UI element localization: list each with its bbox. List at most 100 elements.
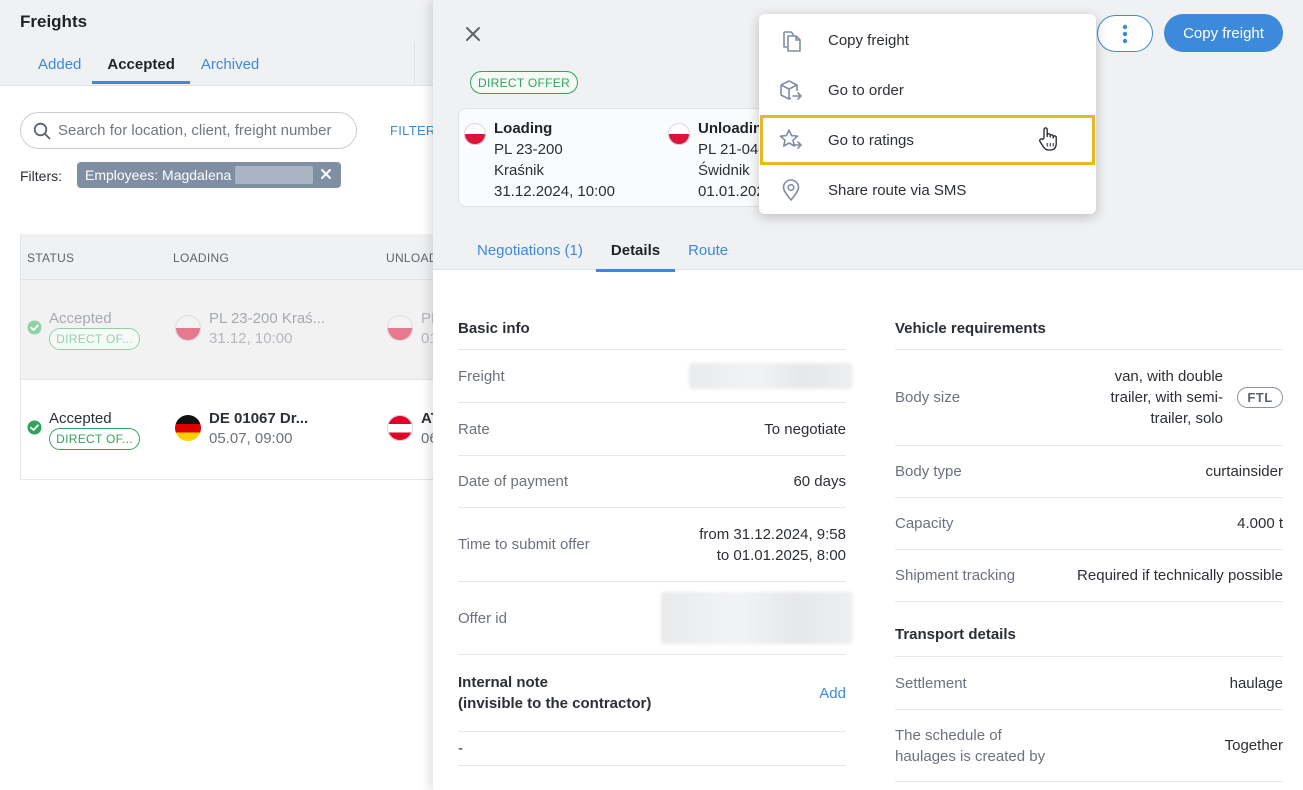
menu-item-label: Share route via SMS: [828, 181, 967, 199]
column-unloading: UNLOAD: [386, 251, 438, 265]
tab-negotiations[interactable]: Negotiations (1): [466, 242, 594, 272]
body-type-label: Body type: [895, 463, 962, 480]
more-actions-menu: Copy freight Go to order Go to ratings S…: [759, 14, 1096, 214]
ftl-badge: FTL: [1237, 387, 1283, 408]
vehicle-requirements-title: Vehicle requirements: [895, 320, 1046, 337]
table-row[interactable]: Accepted DIRECT OF... DE 01067 Dr... 05.…: [21, 380, 434, 480]
status-text: Accepted: [49, 410, 112, 427]
redacted-offer-id: [661, 592, 853, 644]
route-summary-card: Loading PL 23-200 Kraśnik 31.12.2024, 10…: [458, 108, 778, 207]
filter-link[interactable]: FILTER: [390, 123, 436, 138]
detail-row-body-type: Body type curtainsider: [895, 445, 1283, 497]
menu-item-label: Go to order: [828, 81, 904, 99]
tab-route[interactable]: Route: [677, 242, 739, 272]
close-icon[interactable]: [465, 26, 481, 42]
detail-row-submit-time: Time to submit offer from 31.12.2024, 9:…: [458, 507, 846, 581]
body-size-value-group: van, with double trailer, with semi- tra…: [1110, 366, 1283, 429]
more-actions-button[interactable]: [1097, 15, 1153, 52]
detail-row-capacity: Capacity 4.000 t: [895, 497, 1283, 549]
schedule-label: The schedule of haulages is created by: [895, 726, 1046, 765]
column-status: STATUS: [27, 251, 75, 265]
tracking-value: Required if technically possible: [1077, 567, 1283, 584]
flag-pl-icon: [175, 315, 201, 341]
rate-label: Rate: [458, 420, 490, 438]
submit-time-label: Time to submit offer: [458, 536, 590, 553]
search-input[interactable]: [58, 122, 348, 139]
internal-note-title: Internal note (invisible to the contract…: [458, 674, 652, 712]
close-icon[interactable]: [319, 167, 333, 181]
basic-info-title: Basic info: [458, 320, 530, 337]
detail-row-body-size: Body size van, with double trailer, with…: [895, 349, 1283, 445]
add-note-link[interactable]: Add: [819, 685, 846, 702]
flag-pl-icon: [387, 315, 413, 341]
search-icon: [33, 122, 51, 139]
body-size-value: van, with double trailer, with semi- tra…: [1110, 368, 1223, 427]
hand-pointer-icon: [1039, 127, 1057, 151]
loading-location: DE 01067 Dr... 05.07, 09:00: [209, 410, 309, 447]
status-badge: DIRECT OF...: [49, 328, 140, 350]
chip-label: Employees: Magdalena: [85, 167, 232, 183]
submit-time-value: from 31.12.2024, 9:58 to 01.01.2025, 8:0…: [699, 525, 846, 564]
column-loading: LOADING: [173, 251, 230, 265]
tab-details[interactable]: Details: [595, 242, 676, 272]
internal-note-header: Internal note (invisible to the contract…: [458, 654, 846, 731]
body-size-label: Body size: [895, 389, 961, 406]
loading-location: PL 23-200 Kraś... 31.12, 10:00: [209, 310, 326, 347]
tracking-label: Shipment tracking: [895, 567, 1016, 584]
schedule-value: Together: [1224, 737, 1283, 754]
flag-pl-icon: [668, 123, 690, 145]
tab-added[interactable]: Added: [20, 56, 90, 84]
settlement-value: haulage: [1229, 674, 1283, 692]
search-box[interactable]: [20, 112, 357, 149]
internal-note-value-row: -: [458, 731, 846, 766]
flag-de-icon: [175, 415, 201, 441]
detail-row-schedule: The schedule of haulages is created by T…: [895, 709, 1283, 782]
status-badge: DIRECT OF...: [49, 428, 140, 450]
box-arrow-icon: [780, 80, 802, 100]
freight-label: Freight: [458, 367, 505, 385]
offer-id-label: Offer id: [458, 609, 507, 627]
capacity-value: 4.000 t: [1237, 515, 1283, 532]
copy-freight-button[interactable]: Copy freight: [1164, 14, 1283, 52]
table-header: STATUS LOADING UNLOAD: [21, 234, 438, 280]
detail-row-offer-id: Offer id: [458, 581, 853, 654]
flag-pl-icon: [464, 123, 486, 145]
internal-note-value: -: [458, 740, 463, 757]
detail-tabs: Negotiations (1) Details Route: [466, 242, 741, 272]
freights-list-pane: Freights Added Accepted Archived FILTER …: [0, 0, 438, 790]
table-row[interactable]: Accepted DIRECT OF... PL 23-200 Kraś... …: [21, 280, 434, 380]
detail-row-tracking: Shipment tracking Required if technicall…: [895, 549, 1283, 602]
body-type-value: curtainsider: [1205, 463, 1283, 480]
page-title: Freights: [20, 12, 88, 31]
menu-item-share-sms[interactable]: Share route via SMS: [759, 165, 1096, 215]
loading-summary: Loading PL 23-200 Kraśnik 31.12.2024, 10…: [464, 118, 615, 202]
menu-item-label: Copy freight: [828, 31, 909, 49]
detail-row-freight: Freight: [458, 349, 853, 402]
location-pin-icon: [782, 179, 800, 201]
rate-value: To negotiate: [764, 420, 846, 438]
filter-chip-employees: Employees: Magdalena: [77, 162, 341, 188]
payment-label: Date of payment: [458, 473, 569, 490]
check-circle-icon: [27, 320, 42, 335]
status-text: Accepted: [49, 310, 112, 327]
check-circle-icon: [27, 420, 42, 435]
redacted-freight-number: [689, 363, 853, 389]
star-arrow-icon: [779, 129, 802, 149]
capacity-label: Capacity: [895, 515, 954, 532]
settlement-label: Settlement: [895, 674, 967, 692]
header-divider: [414, 42, 415, 85]
payment-value: 60 days: [793, 473, 846, 490]
menu-item-label: Go to ratings: [828, 131, 914, 149]
detail-row-payment: Date of payment 60 days: [458, 455, 846, 507]
tab-accepted[interactable]: Accepted: [92, 56, 190, 84]
filters-label: Filters:: [20, 168, 62, 184]
tab-archived[interactable]: Archived: [192, 56, 268, 84]
redacted-name: [235, 166, 314, 184]
menu-item-go-to-order[interactable]: Go to order: [759, 65, 1096, 115]
list-tabs: Added Accepted Archived: [20, 56, 270, 84]
transport-details-title: Transport details: [895, 626, 1016, 643]
detail-row-rate: Rate To negotiate: [458, 402, 846, 455]
freights-table: STATUS LOADING UNLOAD Accepted DIRECT OF…: [20, 234, 438, 480]
flag-at-icon: [387, 415, 413, 441]
menu-item-copy-freight[interactable]: Copy freight: [759, 15, 1096, 65]
